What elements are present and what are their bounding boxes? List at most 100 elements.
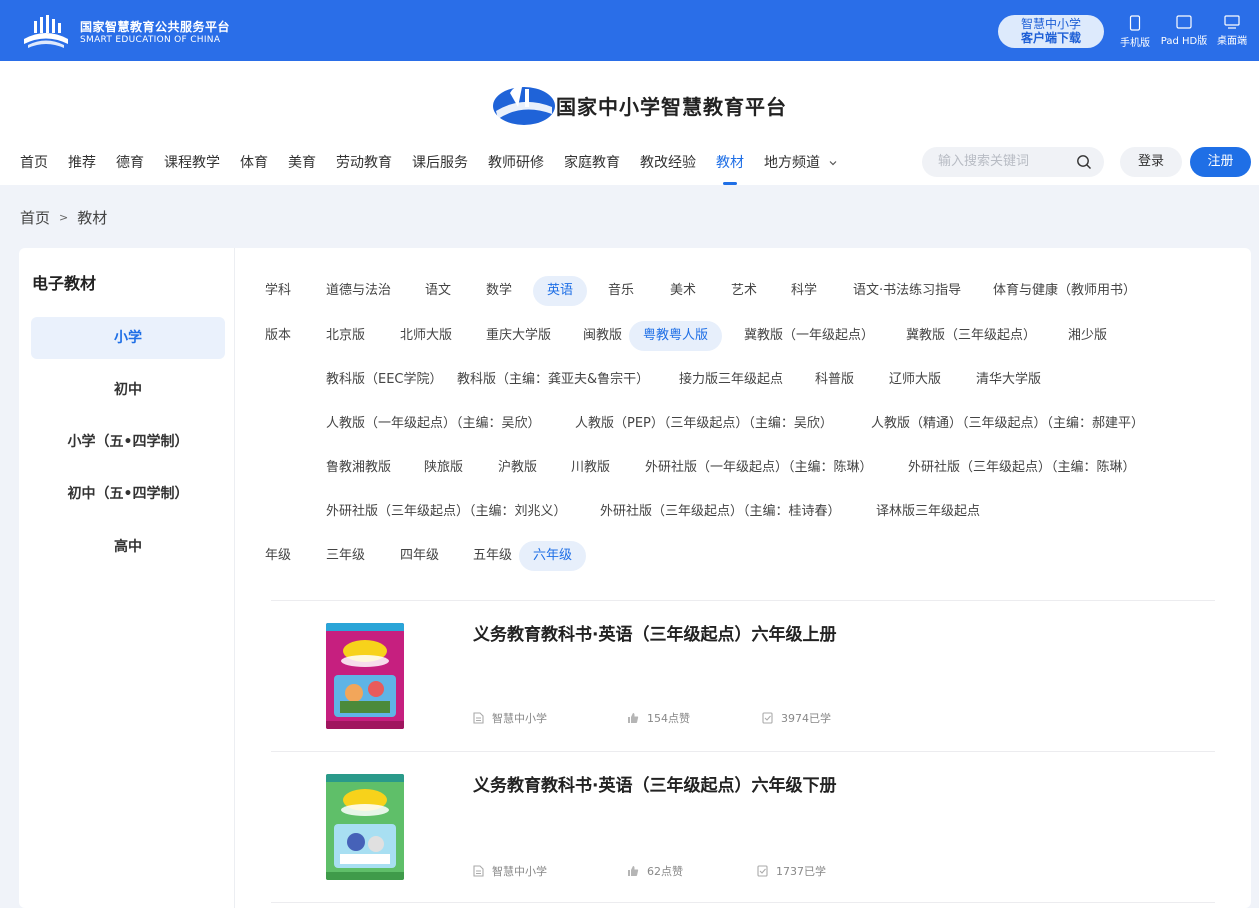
edition-chip[interactable]: 外研社版（三年级起点）（主编：刘兆义）	[312, 497, 581, 527]
subject-chip[interactable]: 音乐	[594, 276, 648, 306]
device-label: 桌面端	[1217, 36, 1247, 47]
book-source: 智慧中小学	[473, 863, 547, 879]
edition-chip[interactable]: 人教版（精通）（三年级起点）（主编：郝建平）	[857, 409, 1158, 439]
edition-chip[interactable]: 闽教版	[569, 321, 636, 351]
book-learners: 3974已学	[762, 710, 831, 726]
desktop-icon	[1224, 15, 1240, 29]
sidebar-item-primary-54[interactable]: 小学（五•四学制）	[31, 421, 225, 463]
mobile-version-link[interactable]: 手机版	[1117, 15, 1153, 49]
nav-item-courses[interactable]: 课程教学	[154, 149, 230, 177]
edition-chip[interactable]: 教科版（主编：龚亚夫&鲁宗干）	[443, 365, 663, 395]
nav-item-reform[interactable]: 教改经验	[630, 149, 706, 177]
nav-item-family[interactable]: 家庭教育	[554, 149, 630, 177]
edition-chip[interactable]: 译林版三年级起点	[862, 497, 994, 527]
document-icon	[473, 865, 484, 877]
edition-chip[interactable]: 沪教版	[484, 453, 551, 483]
nav-item-moral[interactable]: 德育	[106, 149, 154, 177]
subject-chip[interactable]: 道德与法治	[312, 276, 405, 306]
book-title[interactable]: 义务教育教科书·英语（三年级起点）六年级下册	[473, 771, 836, 796]
client-download-button[interactable]: 智慧中小学 客户端下载	[998, 15, 1104, 48]
edition-chip[interactable]: 冀教版（三年级起点）	[892, 321, 1050, 351]
nav-item-arts[interactable]: 美育	[278, 149, 326, 177]
edition-chip[interactable]: 辽师大版	[875, 365, 955, 395]
sidebar-item-junior-54[interactable]: 初中（五•四学制）	[31, 473, 225, 515]
book-cover-image	[326, 774, 404, 880]
desktop-version-link[interactable]: 桌面端	[1214, 15, 1250, 47]
list-divider	[271, 902, 1215, 903]
device-label: 手机版	[1120, 38, 1150, 49]
edition-chip[interactable]: 冀教版（一年级起点）	[730, 321, 888, 351]
subject-chip[interactable]: 艺术	[717, 276, 771, 306]
edition-chip[interactable]: 鲁教湘教版	[312, 453, 405, 483]
nav-item-label: 地方频道	[764, 155, 820, 171]
edition-chip[interactable]: 川教版	[557, 453, 624, 483]
pad-version-link[interactable]: Pad HD版	[1157, 15, 1211, 47]
grade-chip-selected[interactable]: 六年级	[519, 541, 587, 571]
sidebar-item-junior[interactable]: 初中	[31, 369, 225, 411]
edition-chip[interactable]: 清华大学版	[962, 365, 1055, 395]
brand-logo-icon[interactable]	[492, 81, 556, 127]
edition-chip[interactable]: 人教版（一年级起点）（主编：吴欣）	[312, 409, 555, 439]
document-icon	[473, 712, 484, 724]
edition-chip[interactable]: 外研社版（一年级起点）（主编：陈琳）	[631, 453, 887, 483]
book-source: 智慧中小学	[473, 710, 547, 726]
book-learners-text: 1737已学	[776, 865, 826, 878]
edition-chip-selected[interactable]: 粤教粤人版	[629, 321, 723, 351]
site-header: 国家中小学智慧教育平台 首页 推荐 德育 课程教学 体育 美育 劳动教育 课后服…	[0, 61, 1259, 185]
sidebar-item-senior[interactable]: 高中	[31, 526, 225, 568]
edition-chip[interactable]: 外研社版（三年级起点）（主编：桂诗春）	[586, 497, 855, 527]
book-list-item[interactable]: 义务教育教科书·英语（三年级起点）六年级下册 智慧中小学 62点赞 1737已学	[19, 751, 1251, 901]
edition-chip[interactable]: 外研社版（三年级起点）（主编：陈琳）	[894, 453, 1150, 483]
nav-item-sports[interactable]: 体育	[230, 149, 278, 177]
tablet-icon	[1176, 15, 1192, 29]
subject-chip[interactable]: 数学	[472, 276, 526, 306]
edition-chip[interactable]: 科普版	[801, 365, 868, 395]
nav-item-labor[interactable]: 劳动教育	[326, 149, 402, 177]
edition-chip[interactable]: 接力版三年级起点	[665, 365, 797, 395]
subject-chip[interactable]: 体育与健康（教师用书）	[979, 276, 1150, 306]
breadcrumb-home[interactable]: 首页	[20, 207, 50, 228]
sidebar-title: 电子教材	[32, 274, 97, 293]
login-button[interactable]: 登录	[1120, 147, 1182, 177]
edition-chip[interactable]: 重庆大学版	[472, 321, 565, 351]
book-list-item[interactable]: 义务教育教科书·英语（三年级起点）六年级上册 智慧中小学 154点赞 3974已…	[19, 600, 1251, 750]
search-icon[interactable]	[1076, 154, 1092, 170]
brand-title: 国家中小学智慧教育平台	[556, 95, 787, 119]
edition-chip[interactable]: 湘少版	[1054, 321, 1121, 351]
grade-chip[interactable]: 四年级	[386, 541, 453, 571]
grade-chip[interactable]: 三年级	[312, 541, 379, 571]
edition-chip[interactable]: 陕旅版	[410, 453, 477, 483]
book-cover[interactable]	[326, 623, 404, 729]
nav-item-local-channel[interactable]: 地方频道	[754, 149, 848, 177]
edition-chip[interactable]: 北京版	[312, 321, 379, 351]
nav-item-teacher-training[interactable]: 教师研修	[478, 149, 554, 177]
subject-chip[interactable]: 美术	[656, 276, 710, 306]
top-bar: 国家智慧教育公共服务平台 SMART EDUCATION OF CHINA 智慧…	[0, 0, 1259, 61]
search-input[interactable]: 输入搜索关键词	[922, 147, 1104, 177]
logo-title-en: SMART EDUCATION OF CHINA	[80, 35, 221, 45]
nav-item-recommend[interactable]: 推荐	[58, 149, 106, 177]
subject-chip[interactable]: 语文·书法练习指导	[839, 276, 975, 306]
book-title[interactable]: 义务教育教科书·英语（三年级起点）六年级上册	[473, 620, 836, 645]
edition-chip[interactable]: 北师大版	[386, 321, 466, 351]
nav-item-textbooks[interactable]: 教材	[706, 149, 754, 185]
edition-chip[interactable]: 教科版（EEC学院）	[312, 365, 457, 395]
subject-chip-selected[interactable]: 英语	[533, 276, 588, 306]
subject-chip[interactable]: 语文	[411, 276, 465, 306]
subject-label: 学科	[265, 283, 292, 298]
grade-chip[interactable]: 五年级	[459, 541, 526, 571]
nav-item-home[interactable]: 首页	[10, 149, 58, 177]
download-line-1: 智慧中小学	[1020, 17, 1081, 31]
book-cover-image	[326, 623, 404, 729]
sidebar-item-primary[interactable]: 小学	[31, 317, 225, 359]
book-likes: 62点赞	[627, 863, 683, 879]
book-cover[interactable]	[326, 774, 404, 880]
main-nav: 首页 推荐 德育 课程教学 体育 美育 劳动教育 课后服务 教师研修 家庭教育 …	[10, 149, 848, 185]
nav-item-afterschool[interactable]: 课后服务	[402, 149, 478, 177]
subject-chip[interactable]: 科学	[777, 276, 831, 306]
logo-title-cn: 国家智慧教育公共服务平台	[80, 20, 231, 34]
platform-logo-icon[interactable]	[20, 13, 72, 51]
platform-logo-text[interactable]: 国家智慧教育公共服务平台 SMART EDUCATION OF CHINA	[80, 20, 230, 46]
edition-chip[interactable]: 人教版（PEP）（三年级起点）（主编：吴欣）	[561, 409, 847, 439]
register-button[interactable]: 注册	[1190, 147, 1251, 177]
